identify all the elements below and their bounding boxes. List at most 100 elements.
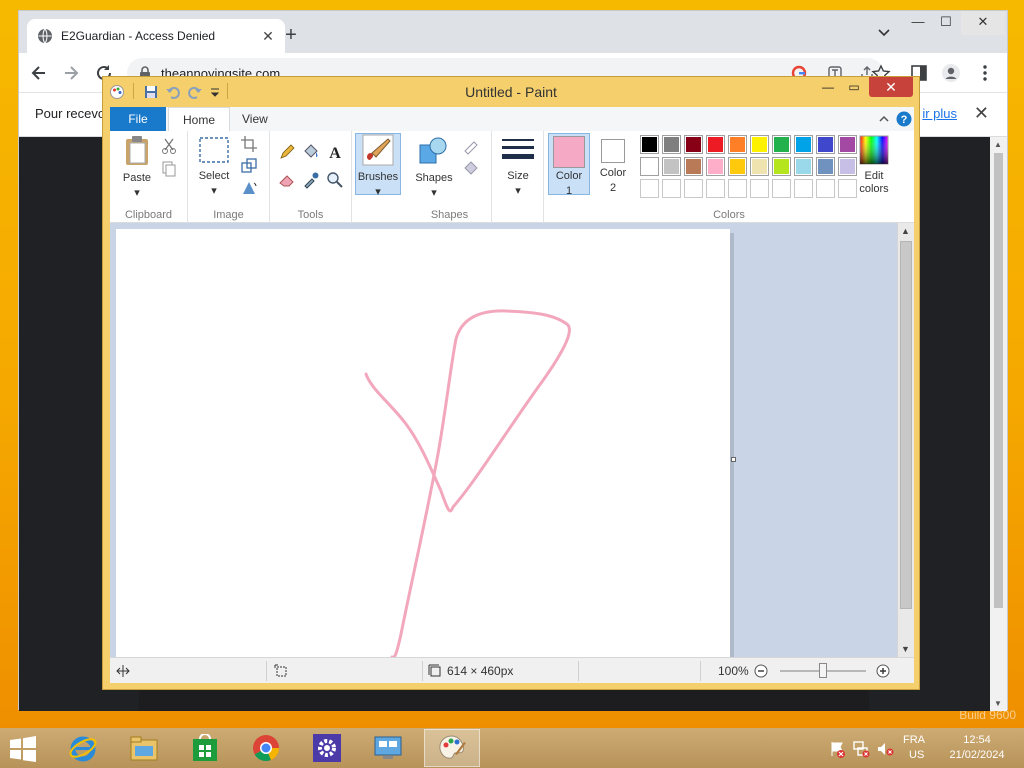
network-icon[interactable] [852,740,870,758]
forward-icon[interactable] [61,63,81,83]
palette-swatch[interactable] [816,179,835,198]
select-button[interactable]: Select ▾ [192,135,236,198]
palette-swatch[interactable] [750,179,769,198]
chrome-scroll-thumb[interactable] [994,153,1003,608]
palette-swatch[interactable] [794,157,813,176]
action-center-flag-icon[interactable] [828,740,846,758]
palette-swatch[interactable] [728,179,747,198]
browser-tab[interactable]: E2Guardian - Access Denied ✕ [27,19,285,53]
windows-start-icon[interactable] [8,736,38,762]
palette-swatch[interactable] [728,157,747,176]
taskbar-remote-desktop[interactable] [360,729,416,767]
palette-swatch[interactable] [772,135,791,154]
profile-icon[interactable] [941,63,961,83]
palette-swatch[interactable] [684,157,703,176]
palette-swatch[interactable] [794,179,813,198]
volume-muted-icon[interactable] [876,740,894,758]
paste-dropdown-icon[interactable]: ▾ [116,187,158,200]
palette-swatch[interactable] [772,157,791,176]
palette-swatch[interactable] [772,179,791,198]
palette-swatch[interactable] [750,157,769,176]
paint-maximize-button[interactable]: ▭ [841,77,867,97]
chrome-menu-icon[interactable] [975,63,995,83]
outline-icon[interactable] [462,137,480,155]
taskbar-chrome[interactable] [238,729,294,767]
chrome-scrollbar[interactable]: ▲ ▼ [990,137,1007,711]
palette-swatch[interactable] [794,135,813,154]
ribbon-collapse-icon[interactable] [878,113,890,125]
paint-titlebar[interactable]: Untitled - Paint — ▭ ✕ [103,77,919,107]
paint-minimize-button[interactable]: — [815,77,841,97]
palette-swatch[interactable] [684,135,703,154]
tab-search-icon[interactable] [877,26,891,40]
tab-close-icon[interactable]: ✕ [261,29,275,43]
text-tool-icon[interactable]: A [326,143,344,161]
crop-icon[interactable] [240,135,258,153]
infobar-link[interactable]: ir plus [922,106,957,121]
palette-swatch[interactable] [662,157,681,176]
infobar-close-icon[interactable]: ✕ [974,103,989,124]
zoom-slider-thumb[interactable] [819,663,827,678]
zoom-out-icon[interactable] [754,664,768,678]
size-dropdown-icon[interactable]: ▾ [496,185,540,198]
resize-icon[interactable] [240,157,258,175]
paint-scrollbar[interactable]: ▲ ▼ [897,223,914,657]
color-picker-icon[interactable] [302,171,320,189]
shapes-button[interactable]: Shapes ▾ [412,135,456,200]
paste-button[interactable]: Paste ▾ [116,135,158,200]
taskbar-settings[interactable] [299,729,355,767]
palette-swatch[interactable] [662,179,681,198]
palette-swatch[interactable] [728,135,747,154]
chrome-close-button[interactable]: ✕ [961,11,1005,35]
taskbar-paint[interactable] [424,729,480,767]
palette-swatch[interactable] [640,135,659,154]
palette-swatch[interactable] [706,135,725,154]
palette-swatch[interactable] [816,157,835,176]
taskbar-ie[interactable] [55,729,111,767]
shape-fill-icon[interactable] [462,159,480,177]
zoom-in-icon[interactable] [876,664,890,678]
palette-swatch[interactable] [706,157,725,176]
select-dropdown-icon[interactable]: ▾ [192,185,236,198]
tab-home[interactable]: Home [168,107,231,132]
help-icon[interactable]: ? [896,111,912,127]
fill-bucket-icon[interactable] [302,143,320,161]
drawing-canvas[interactable] [116,229,730,660]
taskbar-explorer[interactable] [116,729,172,767]
brushes-button[interactable]: Brushes ▾ [355,133,401,198]
paint-close-button[interactable]: ✕ [869,77,913,97]
palette-swatch[interactable] [640,179,659,198]
pencil-icon[interactable] [278,143,296,161]
language-indicator[interactable]: FRA US [903,733,925,763]
back-icon[interactable] [29,63,49,83]
palette-swatch[interactable] [684,179,703,198]
rotate-icon[interactable] [240,179,258,197]
brushes-dropdown-icon[interactable]: ▾ [356,186,400,199]
edit-colors-button[interactable]: Edit colors [852,135,896,196]
palette-swatch[interactable] [662,135,681,154]
copy-icon[interactable] [160,159,178,177]
scroll-up-icon[interactable]: ▲ [994,140,1002,149]
paint-scroll-up-icon[interactable]: ▲ [901,226,910,236]
paint-scroll-down-icon[interactable]: ▼ [901,644,910,654]
size-button[interactable]: Size ▾ [496,135,540,198]
palette-swatch[interactable] [706,179,725,198]
color1-button[interactable]: Color 1 [548,133,590,197]
palette-swatch[interactable] [816,135,835,154]
scroll-down-icon[interactable]: ▼ [994,699,1002,708]
taskbar-store[interactable] [177,729,233,767]
shapes-dropdown-icon[interactable]: ▾ [412,187,456,200]
palette-swatch[interactable] [640,157,659,176]
chrome-maximize-button[interactable]: ☐ [929,11,963,35]
color2-button[interactable]: Color 2 [592,133,634,195]
canvas-resize-handle[interactable] [731,457,736,462]
paint-scroll-thumb[interactable] [900,241,912,609]
tab-view[interactable]: View [228,107,282,131]
magnifier-icon[interactable] [326,171,344,189]
cut-icon[interactable] [160,137,178,155]
palette-swatch[interactable] [750,135,769,154]
eraser-icon[interactable] [278,171,296,189]
tab-file[interactable]: File [110,107,166,131]
system-clock[interactable]: 12:54 21/02/2024 [940,733,1014,763]
new-tab-button[interactable]: + [279,24,303,48]
